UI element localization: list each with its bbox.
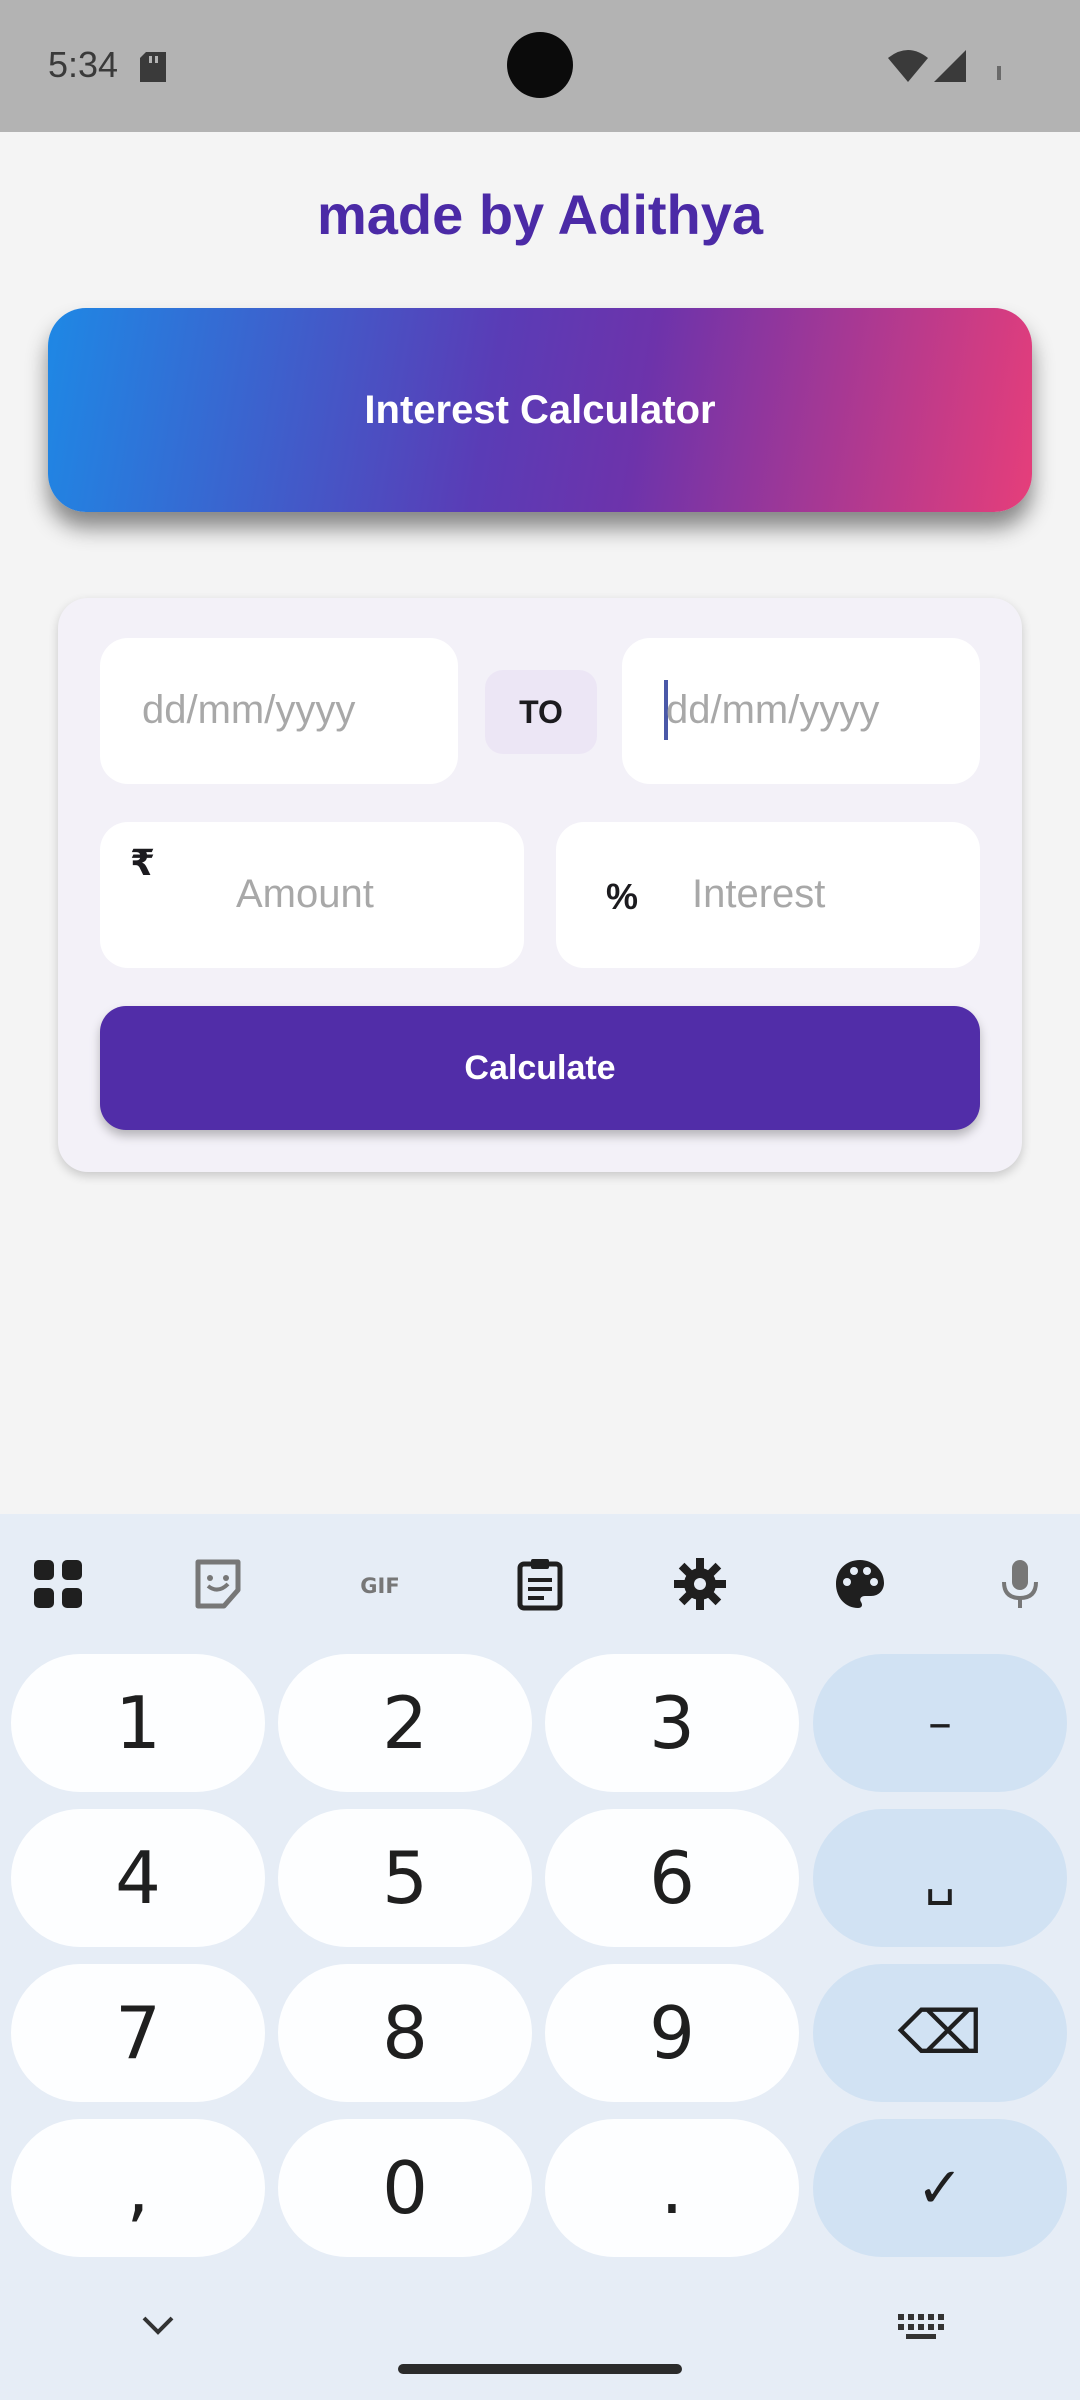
banner-title: Interest Calculator [364,387,716,432]
amount-field[interactable]: ₹ Amount [100,822,524,968]
keyboard-icon[interactable] [896,2312,944,2342]
status-time: 5:34 [48,44,119,85]
calculate-button[interactable]: Calculate [100,1006,980,1130]
palette-icon[interactable] [830,1554,890,1614]
amount-placeholder: Amount [236,872,374,916]
percent-icon: % [606,876,639,917]
mic-icon[interactable] [990,1554,1050,1614]
key-comma[interactable]: , [11,2119,265,2257]
to-label: TO [485,670,597,754]
key-period[interactable]: . [545,2119,799,2257]
to-date-placeholder: dd/mm/yyyy [666,688,880,732]
page-title: made by Adithya [316,183,764,246]
rupee-icon: ₹ [130,842,156,883]
apps-icon[interactable] [28,1554,88,1614]
from-date-field[interactable]: dd/mm/yyyy [100,638,458,784]
svg-text:GIF: GIF [360,1574,399,1598]
key-8[interactable]: 8 [278,1964,532,2102]
gif-icon[interactable]: GIF [348,1554,412,1614]
key-9[interactable]: 9 [545,1964,799,2102]
key-3[interactable]: 3 [545,1654,799,1792]
key-6[interactable]: 6 [545,1809,799,1947]
to-date-field[interactable]: dd/mm/yyyy [622,638,980,784]
key-space[interactable]: ␣ [813,1809,1067,1947]
status-bar: 5:34 [0,0,1080,132]
key-1[interactable]: 1 [11,1654,265,1792]
camera-cutout [507,32,573,98]
key-2[interactable]: 2 [278,1654,532,1792]
key-0[interactable]: 0 [278,2119,532,2257]
key-minus[interactable]: – [813,1654,1067,1792]
sticker-icon[interactable] [188,1554,248,1614]
numeric-keyboard: GIF 1 2 3 – 4 5 6 ␣ 7 8 9 ⌫ , 0 . ✓ [0,1514,1080,2400]
done-key[interactable]: ✓ [813,2119,1067,2257]
interest-field[interactable]: % Interest [556,822,980,968]
home-indicator[interactable] [398,2364,682,2374]
settings-icon[interactable] [670,1554,730,1614]
battery-icon [997,66,1001,80]
chevron-down-icon[interactable] [136,2312,180,2340]
banner: Interest Calculator [48,308,1032,512]
key-5[interactable]: 5 [278,1809,532,1947]
from-date-placeholder: dd/mm/yyyy [142,688,356,732]
key-4[interactable]: 4 [11,1809,265,1947]
clipboard-icon[interactable] [510,1554,570,1614]
interest-placeholder: Interest [692,872,826,916]
wifi-icon [888,50,928,82]
signal-icon [934,50,966,82]
key-7[interactable]: 7 [11,1964,265,2102]
backspace-key[interactable]: ⌫ [813,1964,1067,2102]
sd-card-icon [140,52,166,82]
interest-form-card: dd/mm/yyyy TO dd/mm/yyyy ₹ Amount % Inte… [58,598,1022,1172]
